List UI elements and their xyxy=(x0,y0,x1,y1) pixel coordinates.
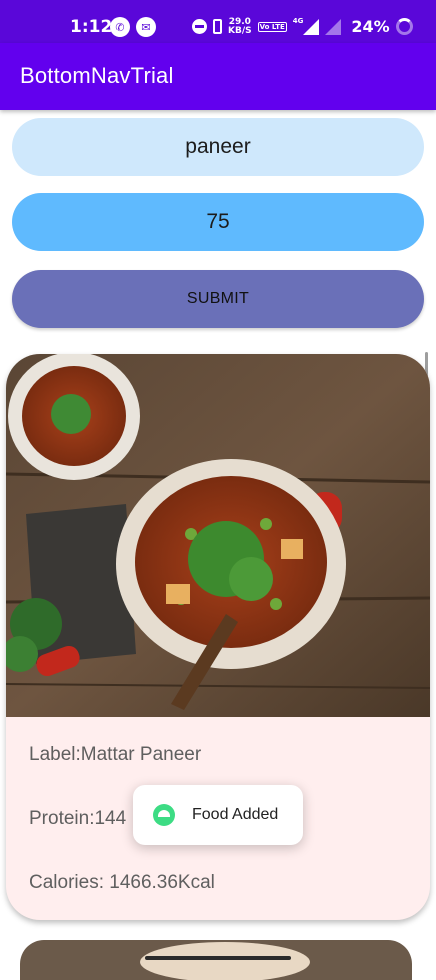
toast-message: Food Added xyxy=(133,785,303,845)
battery-icon xyxy=(395,18,413,35)
status-time: 1:12 xyxy=(70,17,113,37)
submit-button[interactable]: SUBMIT xyxy=(12,270,424,328)
status-indicators: 29.0 KB/S Vo LTE 4G 24% xyxy=(192,17,413,36)
food-label: Label:Mattar Paneer xyxy=(29,744,202,765)
food-name-input[interactable]: paneer xyxy=(12,118,424,176)
food-image xyxy=(6,354,430,717)
quantity-input[interactable]: 75 xyxy=(12,193,424,251)
whatsapp-icon: ✆ xyxy=(110,17,130,37)
net-speed: 29.0 KB/S xyxy=(228,17,252,36)
app-title: BottomNavTrial xyxy=(20,63,174,88)
protein-value: Protein:144 xyxy=(29,808,127,829)
net-speed-unit: KB/S xyxy=(228,25,252,36)
battery-percent: 24% xyxy=(351,17,390,36)
network-type: 4G xyxy=(292,17,304,25)
calories-value: Calories: 1466.36Kcal xyxy=(29,872,215,893)
android-icon xyxy=(153,804,175,826)
app-bar: BottomNavTrial xyxy=(0,43,436,110)
toast-text: Food Added xyxy=(192,806,279,823)
signal-icon xyxy=(303,18,320,35)
vibrate-icon xyxy=(213,19,222,34)
gesture-nav-handle[interactable] xyxy=(145,956,291,960)
signal-icon-secondary xyxy=(325,18,342,35)
next-card-preview xyxy=(20,940,412,980)
dnd-icon xyxy=(192,19,207,34)
volte-badge: Vo LTE xyxy=(257,21,287,32)
messenger-icon: ✉ xyxy=(136,17,156,37)
notification-icons: ✆ ✉ xyxy=(110,17,156,37)
